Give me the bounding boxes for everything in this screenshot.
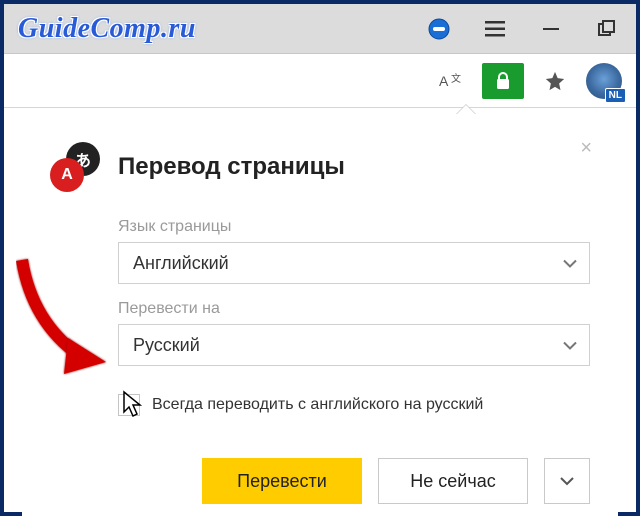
titlebar: GuideComp.ru [4, 4, 636, 54]
translate-button[interactable]: Перевести [202, 458, 362, 504]
target-language-label: Перевести на [118, 300, 590, 318]
window-controls [424, 14, 622, 44]
maximize-button[interactable] [592, 14, 622, 44]
translate-icon[interactable]: A文 [430, 64, 472, 98]
always-translate-label: Всегда переводить с английского на русск… [152, 396, 483, 414]
popover-header: あ А Перевод страницы [50, 142, 590, 192]
chevron-down-icon [563, 253, 577, 274]
button-row: Перевести Не сейчас [118, 458, 590, 504]
chevron-down-icon [560, 476, 574, 486]
app-window: GuideComp.ru A文 NL [0, 0, 640, 516]
close-icon[interactable]: × [580, 138, 592, 158]
target-language-value: Русский [133, 335, 200, 356]
chevron-down-icon [563, 335, 577, 356]
always-translate-checkbox[interactable] [118, 394, 140, 416]
minimize-button[interactable] [536, 14, 566, 44]
toolbar: A文 NL [4, 54, 636, 108]
source-language-label: Язык страницы [118, 218, 590, 236]
always-translate-row: Всегда переводить с английского на русск… [118, 394, 590, 416]
not-now-button[interactable]: Не сейчас [378, 458, 528, 504]
extension-globe-icon[interactable]: NL [586, 63, 622, 99]
svg-text:文: 文 [451, 72, 461, 85]
brand-logo: GuideComp.ru [18, 13, 196, 45]
source-language-value: Английский [133, 253, 229, 274]
menu-icon[interactable] [480, 14, 510, 44]
translate-popover: × あ А Перевод страницы Язык страницы Анг… [22, 114, 618, 516]
source-language-select[interactable]: Английский [118, 242, 590, 284]
translate-logo-icon: あ А [50, 142, 100, 192]
svg-text:A: A [439, 73, 449, 89]
security-lock-icon[interactable] [482, 63, 524, 99]
source-language-group: Язык страницы Английский [118, 218, 590, 284]
translate-logo-glyph-2: А [50, 158, 84, 192]
bookmark-star-icon[interactable] [534, 64, 576, 98]
target-language-group: Перевести на Русский [118, 300, 590, 366]
extension-badge-label: NL [605, 88, 626, 103]
more-options-button[interactable] [544, 458, 590, 504]
blue-circle-icon[interactable] [424, 14, 454, 44]
target-language-select[interactable]: Русский [118, 324, 590, 366]
popover-title: Перевод страницы [118, 153, 345, 181]
